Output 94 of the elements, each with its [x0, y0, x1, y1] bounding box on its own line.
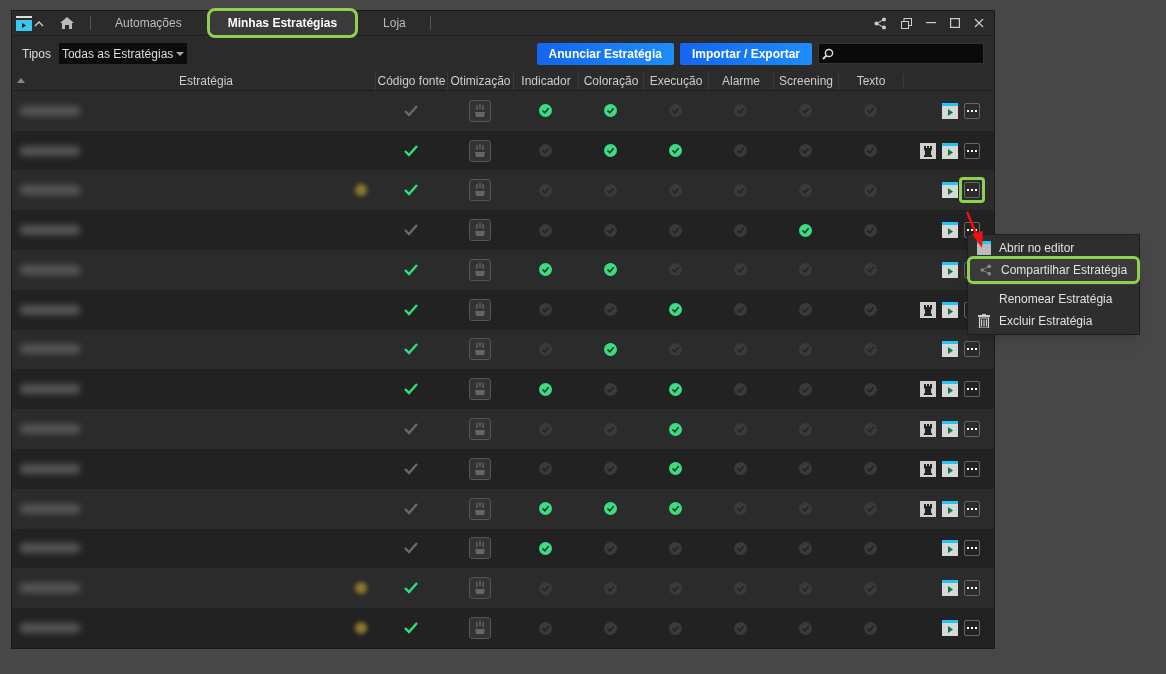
optimization-icon: [469, 497, 491, 520]
optimization-icon: [469, 338, 491, 361]
menu-item[interactable]: Excluir Estratégia: [968, 310, 1139, 332]
optimization-icon: [469, 378, 491, 401]
type-dropdown[interactable]: Todas as Estratégias: [58, 43, 187, 65]
optimization-icon: [469, 258, 491, 281]
column-header[interactable]: Estratégia: [179, 71, 234, 90]
tab[interactable]: Automações: [95, 14, 202, 32]
share-icon: [979, 264, 992, 276]
optimization-icon: [469, 298, 491, 321]
optimization-icon: [469, 617, 491, 640]
optimization-icon: [469, 219, 491, 242]
more-button[interactable]: [964, 620, 980, 637]
play-window-icon[interactable]: [942, 341, 958, 358]
blurred-name: [20, 225, 80, 236]
blurred-name: [20, 304, 80, 315]
optimization-icon: [469, 139, 491, 162]
editor-icon: [976, 241, 991, 255]
blurred-name: [20, 463, 80, 474]
rook-icon[interactable]: [920, 500, 936, 517]
more-button[interactable]: [964, 381, 980, 398]
filter-label: Tipos: [22, 45, 51, 63]
rook-icon[interactable]: [920, 301, 936, 318]
action-button[interactable]: Importar / Exportar: [679, 42, 812, 65]
optimization-icon: [469, 179, 491, 202]
more-button[interactable]: [964, 540, 980, 557]
rook-icon[interactable]: [920, 381, 936, 398]
play-window-icon[interactable]: [942, 301, 958, 318]
play-window-icon[interactable]: [942, 381, 958, 398]
play-window-icon[interactable]: [942, 580, 958, 597]
app-logo-icon[interactable]: [16, 15, 32, 31]
optimization-icon: [469, 99, 491, 122]
menu-item[interactable]: Compartilhar Estratégia: [970, 259, 1137, 281]
blurred-name: [20, 503, 80, 514]
column-header[interactable]: Coloração: [583, 71, 639, 90]
play-window-icon[interactable]: [942, 460, 958, 477]
column-header[interactable]: Indicador: [521, 71, 571, 90]
more-button[interactable]: [964, 500, 980, 517]
column-header[interactable]: Texto: [856, 71, 886, 90]
column-header[interactable]: Alarme: [722, 71, 760, 90]
more-button[interactable]: [964, 460, 980, 477]
optimization-icon: [469, 457, 491, 480]
play-window-icon[interactable]: [942, 620, 958, 637]
menu-item[interactable]: Renomear Estratégia: [968, 288, 1139, 310]
play-window-icon[interactable]: [942, 142, 958, 159]
blurred-name: [20, 105, 80, 116]
blurred-name: [20, 145, 80, 156]
more-button[interactable]: [964, 102, 980, 119]
more-button[interactable]: [964, 421, 980, 438]
trash-icon: [977, 314, 990, 328]
more-button[interactable]: [964, 580, 980, 597]
optimization-icon: [469, 577, 491, 600]
blurred-name: [20, 185, 80, 196]
search-field[interactable]: [818, 43, 984, 65]
column-header[interactable]: Otimização: [450, 71, 511, 90]
column-header[interactable]: Código fonte: [377, 71, 446, 90]
play-window-icon[interactable]: [942, 421, 958, 438]
more-button[interactable]: [964, 182, 980, 199]
play-window-icon[interactable]: [942, 102, 958, 119]
blurred-name: [20, 583, 80, 594]
play-window-icon[interactable]: [942, 500, 958, 517]
home-icon[interactable]: [60, 17, 74, 29]
tab[interactable]: Loja: [363, 14, 426, 32]
search-icon: [822, 47, 834, 60]
more-button[interactable]: [964, 341, 980, 358]
sort-ascending-icon[interactable]: [17, 78, 25, 84]
column-header[interactable]: Execução: [649, 71, 703, 90]
more-button[interactable]: [964, 142, 980, 159]
rook-icon[interactable]: [920, 142, 936, 159]
blurred-name: [20, 424, 80, 435]
column-header[interactable]: Screening: [778, 71, 833, 90]
menu-item[interactable]: Abrir no editor: [968, 237, 1139, 259]
optimization-icon: [469, 537, 491, 560]
caret-icon: [175, 51, 184, 56]
blurred-name: [20, 384, 80, 395]
optimization-icon: [469, 418, 491, 441]
play-window-icon[interactable]: [942, 222, 958, 239]
blurred-name: [20, 264, 80, 275]
play-window-icon[interactable]: [942, 182, 958, 199]
play-window-icon[interactable]: [942, 261, 958, 278]
tab[interactable]: Minhas Estratégias: [209, 11, 356, 35]
play-window-icon[interactable]: [942, 540, 958, 557]
blurred-name: [20, 344, 80, 355]
maximize-icon[interactable]: [950, 18, 960, 28]
restore-icon[interactable]: [901, 17, 912, 29]
close-icon[interactable]: [974, 18, 984, 28]
blurred-name: [20, 623, 80, 634]
rook-icon[interactable]: [920, 460, 936, 477]
chevron-up-icon[interactable]: [34, 19, 44, 27]
action-button[interactable]: Anunciar Estratégia: [536, 42, 674, 65]
minimize-icon[interactable]: [926, 22, 936, 24]
share-icon[interactable]: [874, 16, 887, 30]
blurred-name: [20, 543, 80, 554]
rook-icon[interactable]: [920, 421, 936, 438]
